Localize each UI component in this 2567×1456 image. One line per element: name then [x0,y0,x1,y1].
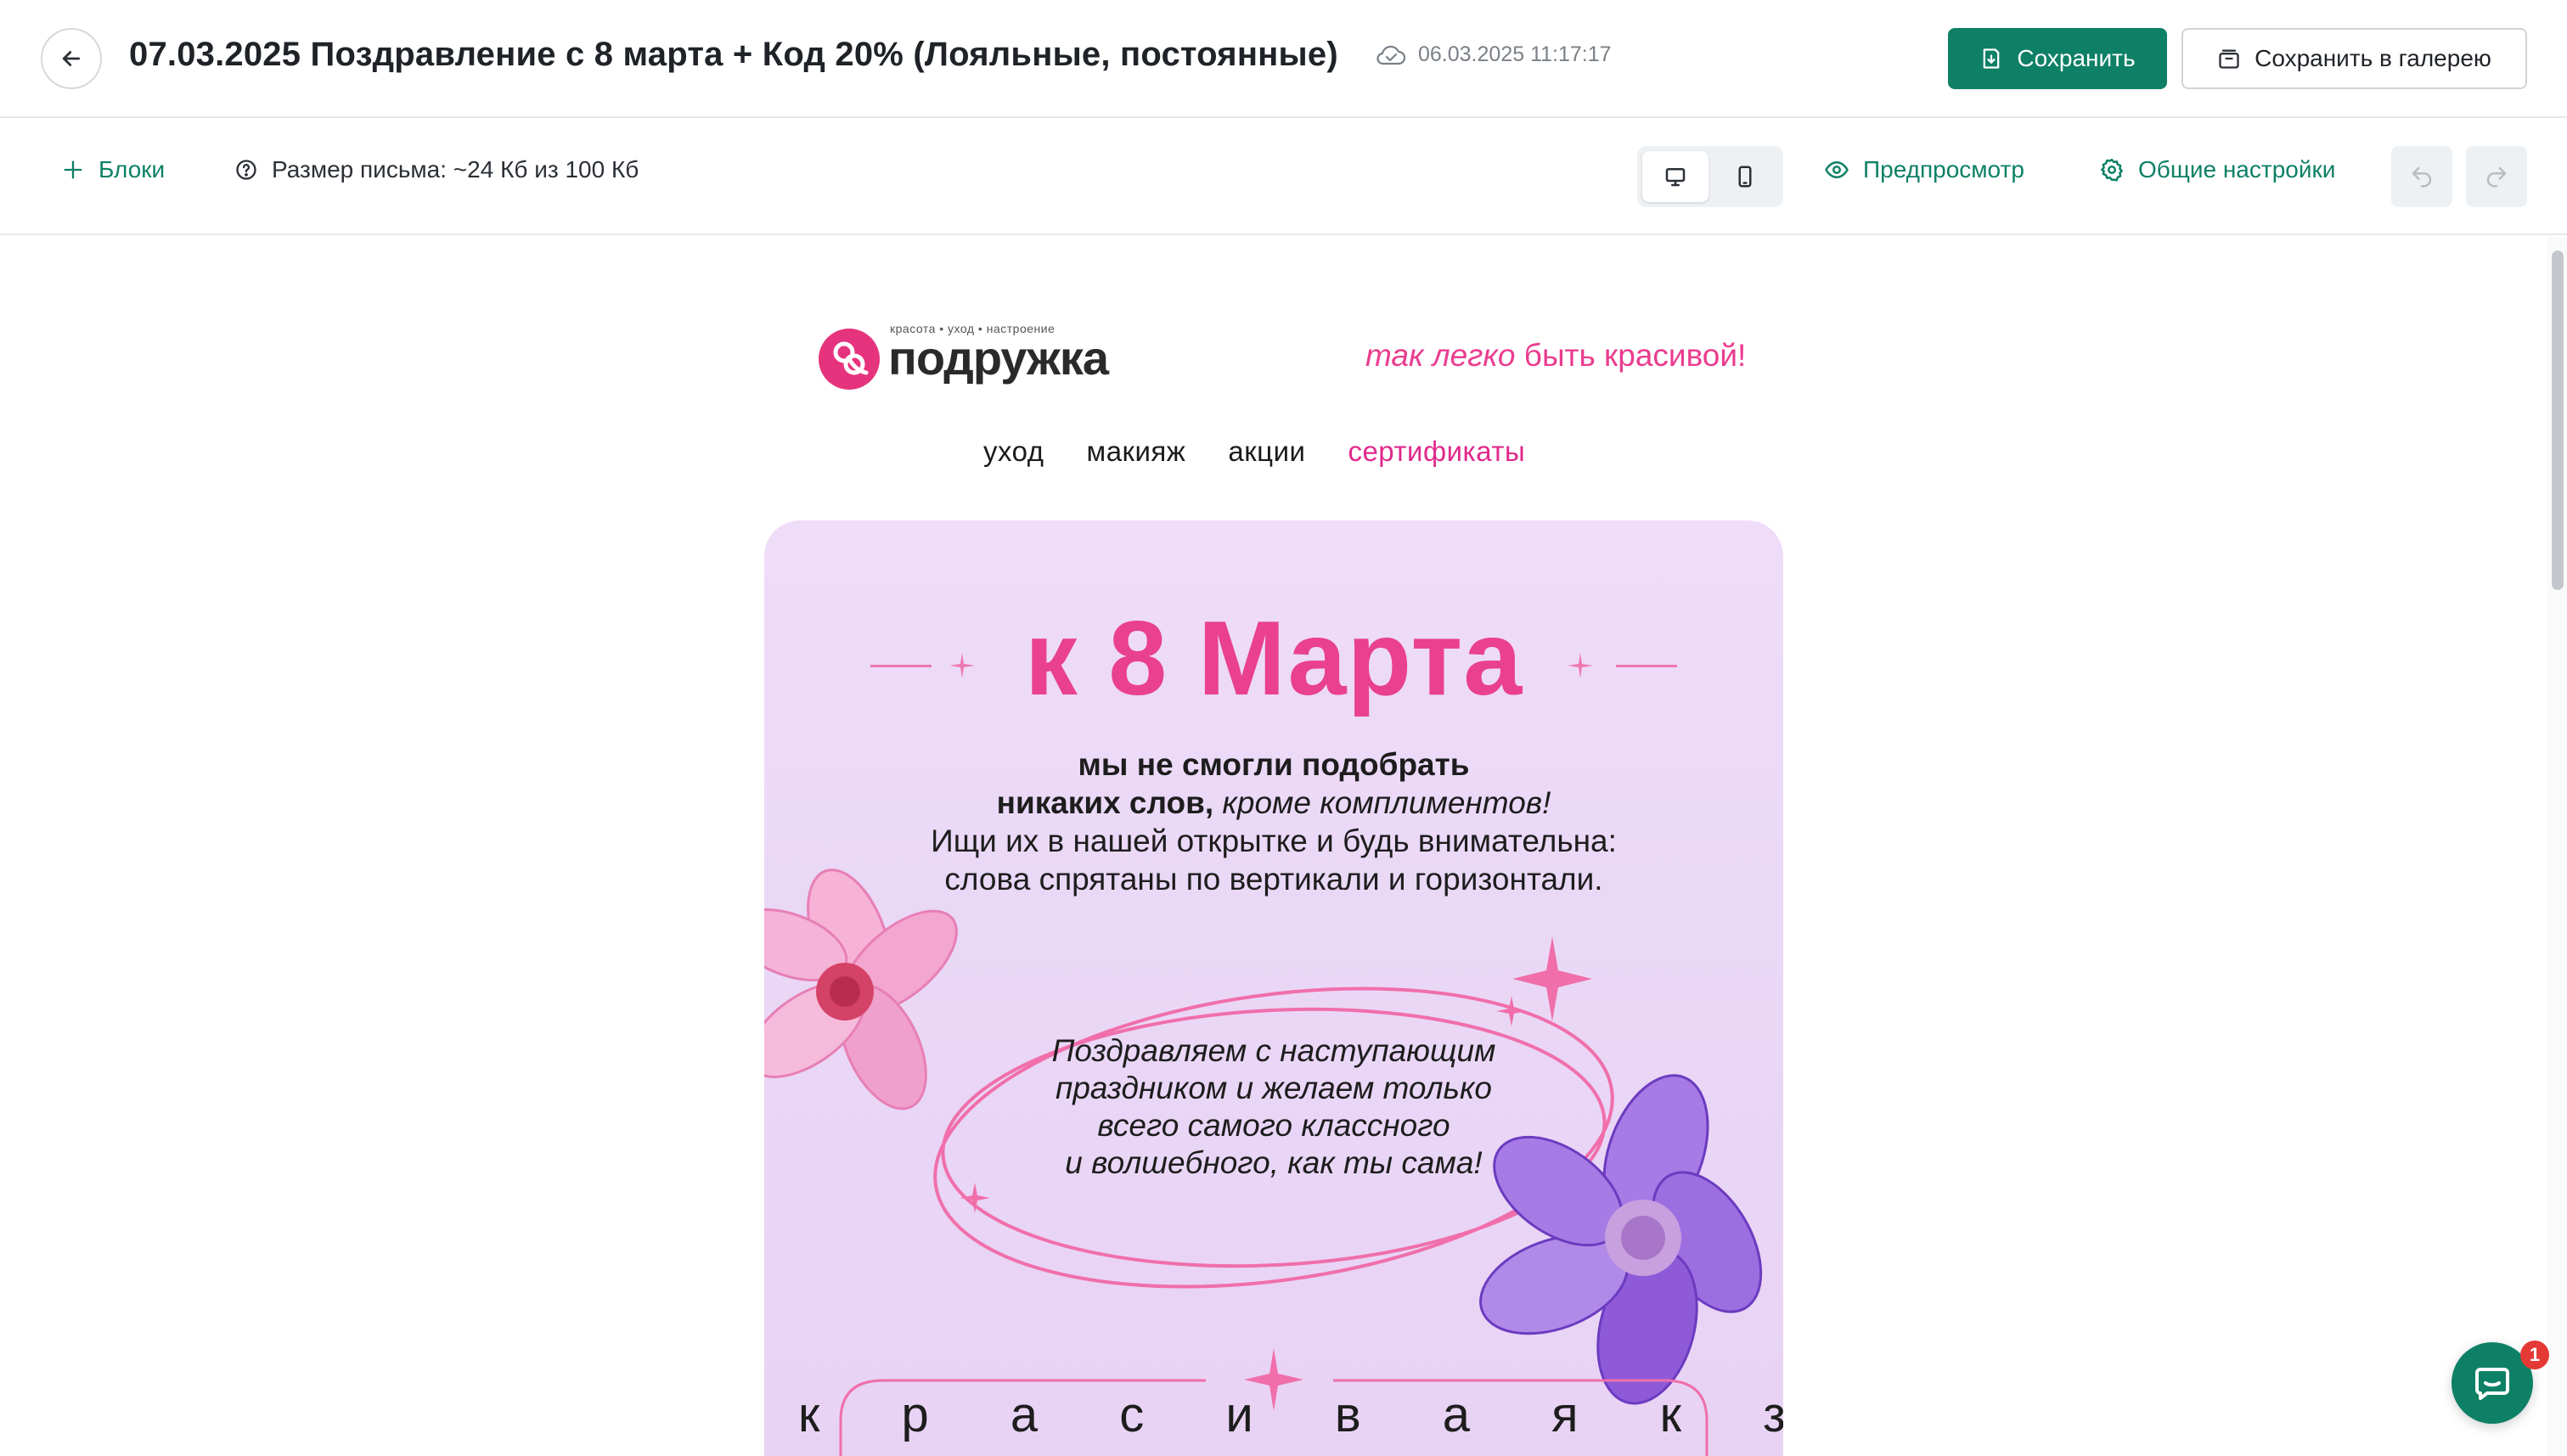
big-sparkle-icon [1512,936,1592,1021]
email-nav: уход макияж акции сертификаты [983,436,1525,468]
editor-header: 07.03.2025 Поздравление с 8 марта + Код … [0,0,2567,118]
save-button[interactable]: Сохранить [1948,28,2167,89]
editor-toolbar: Блоки Размер письма: ~24 Кб из 100 Кб Пр… [0,118,2567,235]
chat-icon [2475,1368,2509,1400]
nav-item-promos[interactable]: акции [1228,436,1305,468]
logo-wordmark: подружка [888,331,1109,385]
redo-icon [2486,166,2507,188]
email-size-label: Размер письма: ~24 Кб из 100 Кб [272,156,639,183]
device-toggle [1637,146,1783,207]
slogan-italic: так легко [1365,338,1516,373]
preview-label: Предпросмотр [1863,156,2024,183]
brand-slogan: так легко быть красивой! [1365,338,1746,374]
small-sparkle-icon [1496,996,1527,1026]
save-icon [1984,48,2000,69]
arrow-left-icon [62,51,81,66]
redo-button[interactable] [2466,146,2527,207]
back-button[interactable] [41,28,102,89]
word-search-row: к р а с и в а я к з г с [798,1387,1783,1442]
mobile-view-button[interactable] [1712,151,1778,202]
phone-icon [1738,166,1752,188]
plus-icon [64,160,82,179]
general-settings-label: Общие настройки [2138,156,2336,183]
save-to-gallery-button[interactable]: Сохранить в галерею [2181,28,2527,89]
desktop-view-button[interactable] [1642,151,1709,202]
pink-flower-icon [764,869,958,1110]
small-sparkle-icon [960,1183,990,1213]
save-status: 06.03.2025 11:17:17 [1376,42,1612,67]
save-to-gallery-label: Сохранить в галерею [2255,45,2491,71]
monitor-icon [1665,168,1686,187]
blocks-button[interactable]: Блоки [61,156,165,183]
general-settings-button[interactable]: Общие настройки [2099,156,2335,183]
undo-button[interactable] [2391,146,2452,207]
wish-line-4: и волшебного, как ты сама! [1065,1145,1483,1180]
nav-item-certificates[interactable]: сертификаты [1348,436,1525,468]
page-title: 07.03.2025 Поздравление с 8 марта + Код … [129,36,1338,73]
canvas-scrollbar-thumb[interactable] [2552,250,2564,590]
wish-line-2: праздником и желаем только [1055,1071,1493,1105]
help-circle-icon [236,160,256,180]
greeting-card[interactable]: к 8 Марта мы не смогли подобрать никаких… [764,520,1783,1456]
cloud-check-icon [1376,45,1406,65]
saved-timestamp: 06.03.2025 11:17:17 [1418,42,1612,66]
wish-line-1: Поздравляем с наступающим [1051,1033,1496,1068]
card-wish: Поздравляем с наступающим праздником и ж… [1019,1032,1528,1182]
brand-logo: красота • уход • настроение подружка [819,318,1141,399]
preview-button[interactable]: Предпросмотр [1824,156,2024,183]
gallery-icon [2219,49,2239,69]
eye-icon [1825,161,1849,178]
blocks-label: Блоки [99,156,166,183]
gear-icon [2101,158,2123,182]
save-button-label: Сохранить [2017,45,2136,71]
nav-item-makeup[interactable]: макияж [1087,436,1186,468]
logo-badge-icon [819,329,880,390]
email-size-indicator: Размер письма: ~24 Кб из 100 Кб [234,156,639,183]
wish-line-3: всего самого классного [1097,1108,1450,1143]
chat-unread-badge: 1 [2520,1341,2549,1369]
slogan-rest: быть красивой! [1515,338,1747,373]
undo-icon [2412,166,2432,188]
nav-item-care[interactable]: уход [983,436,1044,468]
card-decoration [764,869,1763,1456]
